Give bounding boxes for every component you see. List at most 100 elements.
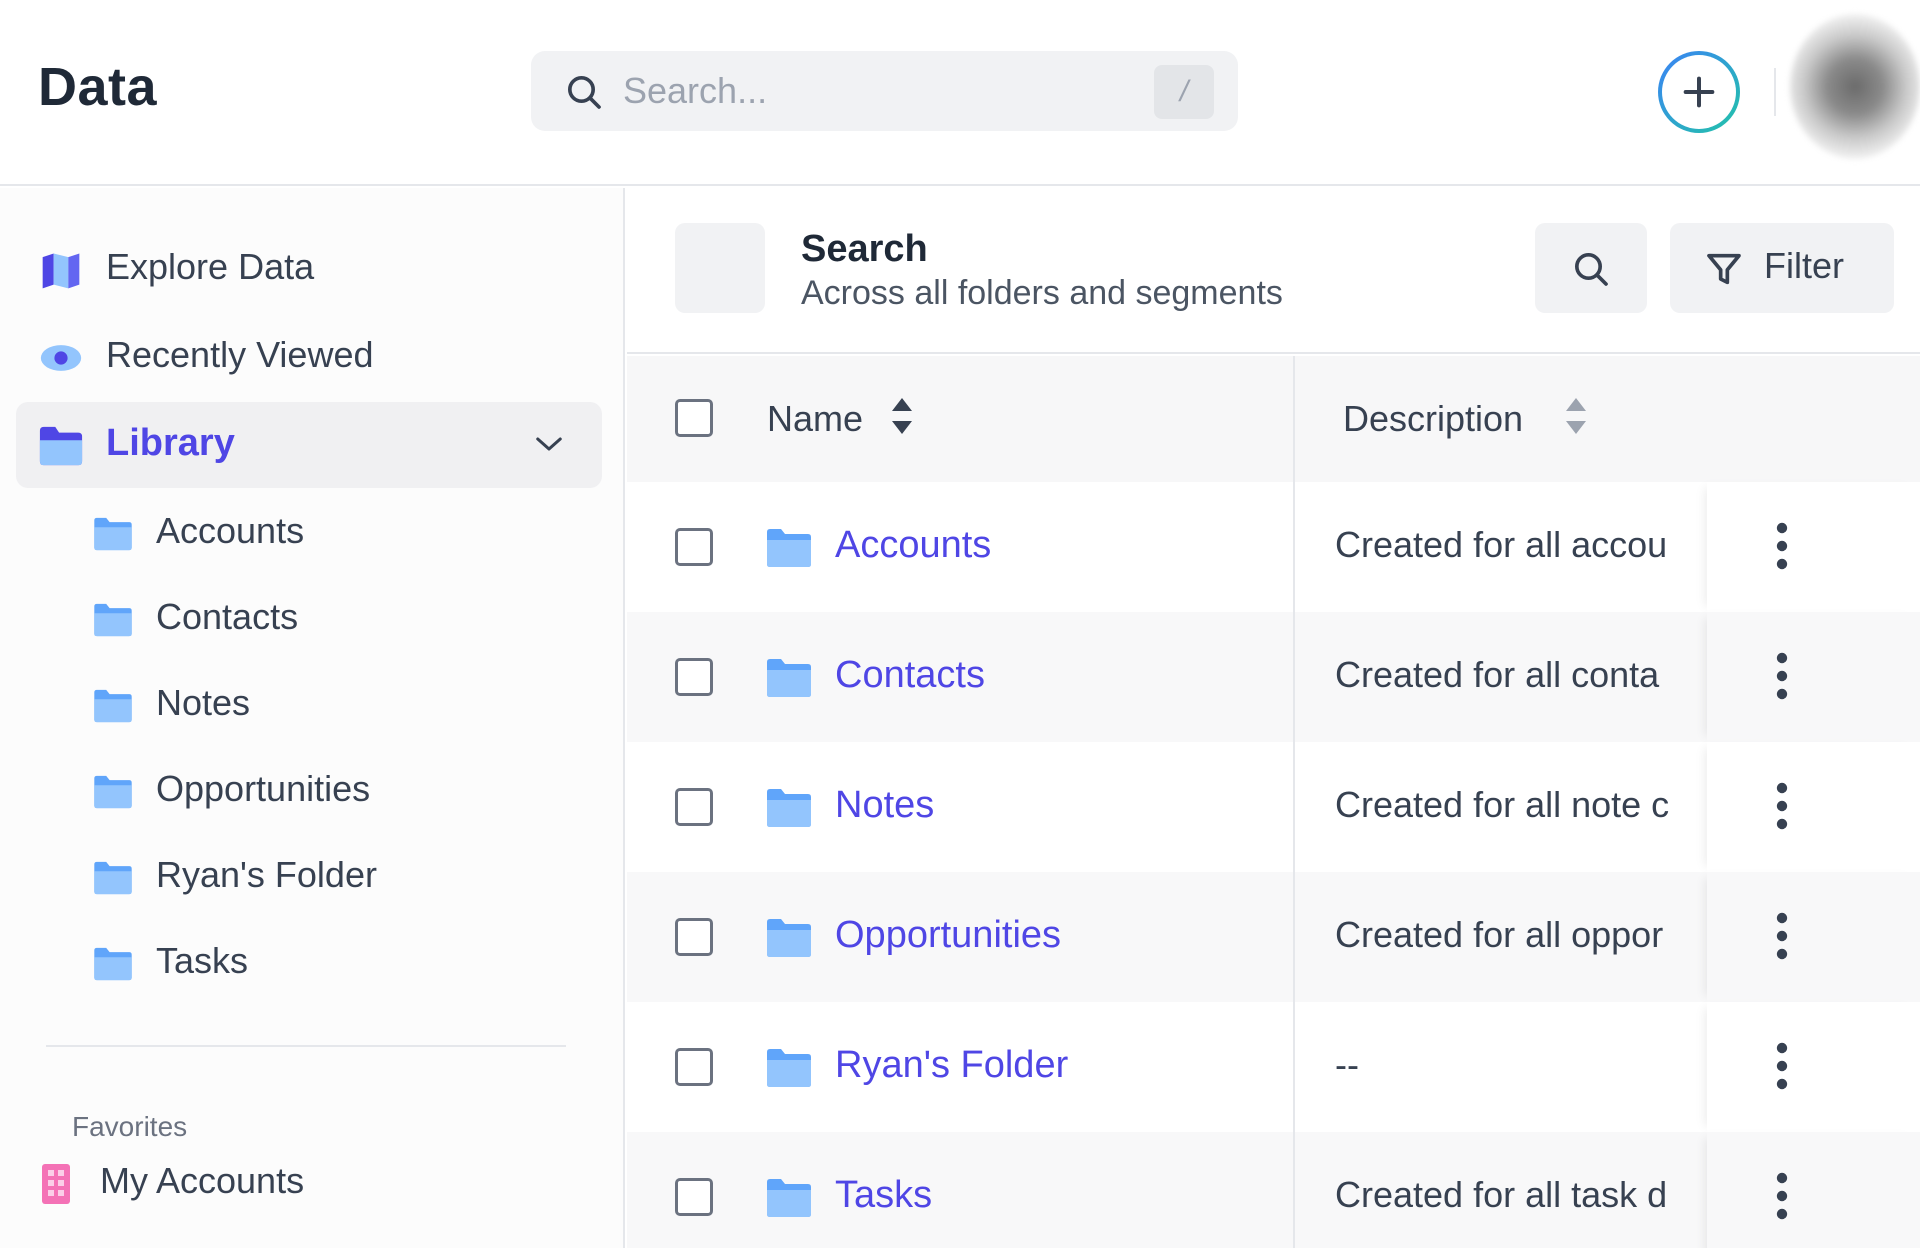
sidebar-subitem-ryans-folder[interactable]: Ryan's Folder [90, 842, 590, 912]
folder-name-link[interactable]: Accounts [835, 524, 991, 567]
chevron-down-icon[interactable] [534, 432, 564, 456]
sidebar-subitem-contacts[interactable]: Contacts [90, 584, 590, 654]
description-cell: Created for all note c [1327, 742, 1707, 872]
description-cell: Created for all accou [1327, 482, 1707, 612]
folder-icon [39, 426, 83, 466]
row-checkbox[interactable] [675, 1178, 713, 1216]
folder-icon [94, 689, 132, 723]
description-cell: Created for all oppor [1327, 872, 1707, 1002]
sort-icon[interactable] [889, 396, 915, 436]
favorite-item-label: My Accounts [100, 1160, 305, 1201]
description-text: Created for all accou [1335, 524, 1668, 565]
more-options-icon[interactable] [1775, 1042, 1789, 1090]
sort-icon[interactable] [1563, 396, 1589, 436]
description-text: Created for all conta [1335, 654, 1660, 695]
folder-name-link[interactable]: Contacts [835, 654, 985, 697]
plus-circle-icon [1662, 55, 1736, 129]
folder-name-link[interactable]: Notes [835, 784, 934, 827]
topbar-divider [1774, 68, 1776, 116]
row-checkbox[interactable] [675, 788, 713, 826]
sidebar-subitem-opportunities[interactable]: Opportunities [90, 756, 590, 826]
top-bar: Data / [0, 0, 1920, 186]
row-actions [1707, 482, 1920, 612]
sidebar-subitem-tasks[interactable]: Tasks [90, 928, 590, 998]
sidebar-item-recently-viewed[interactable]: Recently Viewed [16, 314, 602, 400]
table-header: Name Description [627, 356, 1920, 482]
description-text: -- [1335, 1044, 1359, 1085]
search-header-thumbnail [675, 223, 765, 313]
sidebar-item-label: Explore Data [106, 246, 315, 287]
table-row[interactable]: Accounts Created for all accou [627, 482, 1920, 612]
sidebar-subitem-label: Accounts [156, 510, 305, 551]
sidebar-subitem-notes[interactable]: Notes [90, 670, 590, 740]
table-row[interactable]: Tasks Created for all task d [627, 1132, 1920, 1248]
sidebar: Explore Data Recently Viewed Library Acc… [0, 188, 625, 1248]
favorites-heading: Favorites [72, 1111, 188, 1142]
search-button[interactable] [1535, 223, 1647, 313]
filter-button[interactable]: Filter [1670, 223, 1894, 313]
sidebar-subitem-label: Opportunities [156, 768, 371, 809]
avatar[interactable] [1790, 14, 1920, 159]
sidebar-item-label: Recently Viewed [106, 334, 374, 375]
row-checkbox[interactable] [675, 1048, 713, 1086]
folder-icon [94, 861, 132, 895]
description-text: Created for all task d [1335, 1174, 1668, 1215]
folder-icon [94, 603, 132, 637]
description-text: Created for all oppor [1335, 914, 1664, 955]
more-options-icon[interactable] [1775, 522, 1789, 570]
global-search[interactable]: / [531, 51, 1238, 131]
sidebar-subitem-label: Tasks [156, 940, 249, 981]
favorite-item-my-accounts[interactable]: My Accounts [16, 1144, 602, 1220]
filter-icon [1707, 253, 1741, 285]
map-icon [42, 253, 80, 289]
sidebar-subitem-label: Notes [156, 682, 251, 723]
row-actions [1707, 742, 1920, 872]
sidebar-subitem-label: Ryan's Folder [156, 854, 377, 895]
folder-name-link[interactable]: Ryan's Folder [835, 1044, 1068, 1087]
table-row[interactable]: Ryan's Folder -- [627, 1002, 1920, 1132]
more-options-icon[interactable] [1775, 782, 1789, 830]
select-all-checkbox[interactable] [675, 399, 713, 437]
folder-name-link[interactable]: Tasks [835, 1174, 932, 1217]
building-icon [42, 1164, 70, 1204]
folder-icon [767, 659, 811, 697]
table-row[interactable]: Notes Created for all note c [627, 742, 1920, 872]
folder-icon [767, 919, 811, 957]
sidebar-divider [46, 1045, 566, 1047]
column-header-name[interactable]: Name [767, 398, 863, 440]
row-checkbox[interactable] [675, 658, 713, 696]
search-shortcut-hint: / [1154, 65, 1214, 119]
more-options-icon[interactable] [1775, 652, 1789, 700]
more-options-icon[interactable] [1775, 912, 1789, 960]
description-cell: Created for all task d [1327, 1132, 1707, 1248]
folder-icon [94, 775, 132, 809]
row-checkbox[interactable] [675, 528, 713, 566]
row-actions [1707, 612, 1920, 742]
search-icon [1575, 253, 1608, 286]
search-header: Search Across all folders and segments F… [627, 188, 1920, 354]
filter-button-label: Filter [1764, 245, 1844, 286]
column-divider[interactable] [1293, 356, 1295, 1248]
add-button[interactable] [1658, 51, 1740, 133]
table-row[interactable]: Opportunities Created for all oppor [627, 872, 1920, 1002]
search-input[interactable] [623, 63, 1123, 119]
sidebar-item-explore-data[interactable]: Explore Data [16, 226, 602, 312]
description-cell: Created for all conta [1327, 612, 1707, 742]
column-header-description[interactable]: Description [1343, 398, 1523, 440]
eye-icon [40, 345, 82, 371]
row-actions [1707, 1002, 1920, 1132]
main-content: Search Across all folders and segments F… [627, 188, 1920, 1248]
table-row[interactable]: Contacts Created for all conta [627, 612, 1920, 742]
row-actions [1707, 1132, 1920, 1248]
sidebar-subitem-label: Contacts [156, 596, 299, 637]
folder-name-link[interactable]: Opportunities [835, 914, 1061, 957]
description-text: Created for all note c [1335, 784, 1670, 825]
folders-table: Name Description Accounts Created for al… [627, 356, 1920, 1248]
sidebar-item-library[interactable]: Library [16, 402, 602, 488]
folder-icon [767, 1179, 811, 1217]
search-icon [568, 76, 601, 109]
folder-icon [767, 529, 811, 567]
sidebar-subitem-accounts[interactable]: Accounts [90, 498, 590, 568]
more-options-icon[interactable] [1775, 1172, 1789, 1220]
row-checkbox[interactable] [675, 918, 713, 956]
